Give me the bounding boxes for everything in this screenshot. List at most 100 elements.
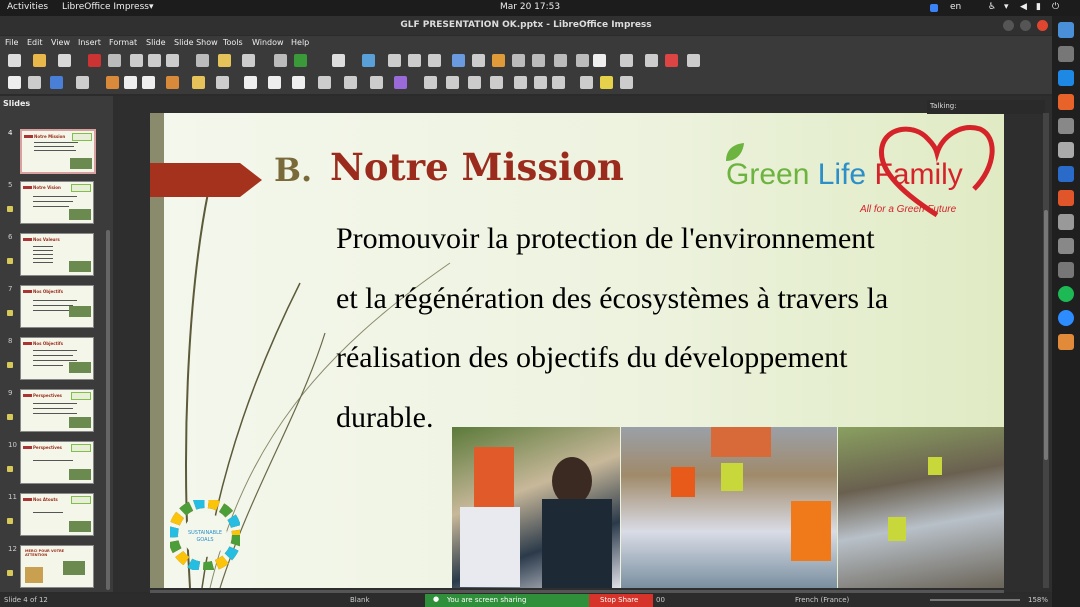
spelling-icon[interactable]: [294, 54, 307, 67]
transition-icon[interactable]: [665, 54, 678, 67]
callouts-icon[interactable]: [344, 76, 357, 89]
redo-icon[interactable]: [242, 54, 255, 67]
horizontal-scrollbar[interactable]: [150, 590, 1004, 593]
screen-sharing-bar[interactable]: ● You are screen sharing: [425, 594, 589, 607]
paste-icon[interactable]: [166, 54, 179, 67]
files-icon[interactable]: [1058, 118, 1074, 134]
language-status[interactable]: French (France): [795, 596, 849, 604]
connector-icon[interactable]: [216, 76, 229, 89]
chrome-icon[interactable]: [1058, 22, 1074, 38]
close-button[interactable]: [1037, 20, 1048, 31]
zoom-level[interactable]: 158%: [1028, 596, 1048, 604]
menu-file[interactable]: File: [5, 38, 18, 47]
rotate-icon[interactable]: [424, 76, 437, 89]
slide-thumb-4[interactable]: Notre Mission: [20, 129, 96, 174]
firefox-icon[interactable]: [1058, 94, 1074, 110]
wifi-icon[interactable]: ▾: [1004, 2, 1009, 12]
slide-thumb-9[interactable]: Perspectives: [20, 389, 94, 432]
zoom-icon[interactable]: [28, 76, 41, 89]
terminal-icon[interactable]: [1058, 46, 1074, 62]
find-icon[interactable]: [274, 54, 287, 67]
software-center-icon[interactable]: [1058, 190, 1074, 206]
maximize-button[interactable]: [1020, 20, 1031, 31]
slide-thumb-12[interactable]: MERCI POUR VOTRE ATTENTION: [20, 545, 94, 588]
sdg-wheel-icon[interactable]: SUSTAINABLE GOALS: [170, 500, 240, 570]
arrange-icon[interactable]: [468, 76, 481, 89]
line-color-icon[interactable]: [50, 76, 63, 89]
clone-format-icon[interactable]: [196, 54, 209, 67]
battery-icon[interactable]: ▮: [1036, 2, 1041, 12]
slide-thumb-6[interactable]: Nos Valeurs: [20, 233, 94, 276]
menu-insert[interactable]: Insert: [78, 38, 101, 47]
3d-objects-icon[interactable]: [394, 76, 407, 89]
heading-letter[interactable]: B.: [274, 151, 312, 189]
menu-window[interactable]: Window: [252, 38, 284, 47]
stop-share-button[interactable]: Stop Share: [589, 594, 653, 607]
slide-body-text[interactable]: Promouvoir la protection de l'environnem…: [336, 209, 976, 447]
menu-format[interactable]: Format: [109, 38, 137, 47]
new-icon[interactable]: [8, 54, 21, 67]
vertical-scrollbar-thumb[interactable]: [1044, 210, 1048, 460]
activities-button[interactable]: Activities: [7, 2, 48, 12]
zoom-tray-icon[interactable]: [930, 4, 938, 12]
volunteer-selfie-photo[interactable]: [452, 427, 620, 588]
menu-slide[interactable]: Slide: [146, 38, 166, 47]
menu-help[interactable]: Help: [291, 38, 309, 47]
line-tool-icon[interactable]: [106, 76, 119, 89]
duplicate-slide-icon[interactable]: [408, 54, 421, 67]
delete-slide-icon[interactable]: [428, 54, 441, 67]
copy-icon[interactable]: [148, 54, 161, 67]
shadow-icon[interactable]: [514, 76, 527, 89]
minimize-button[interactable]: [1003, 20, 1014, 31]
arrow-icon[interactable]: [166, 76, 179, 89]
cleanup-crew-photo[interactable]: [621, 427, 837, 588]
menu-edit[interactable]: Edit: [27, 38, 43, 47]
slide-layout-icon[interactable]: [645, 54, 658, 67]
crop-icon[interactable]: [534, 76, 547, 89]
new-slide-icon[interactable]: [388, 54, 401, 67]
open-icon[interactable]: [33, 54, 46, 67]
clock[interactable]: Mar 20 17:53: [500, 2, 560, 12]
document-viewer-icon[interactable]: [1058, 142, 1074, 158]
hyperlink-icon[interactable]: [576, 54, 589, 67]
start-slideshow-icon[interactable]: [620, 54, 633, 67]
slide-thumb-7[interactable]: Nos Objectifs: [20, 285, 94, 328]
slide-thumb-11[interactable]: Nos Atouts: [20, 493, 94, 536]
toggle-extrusion-icon[interactable]: [620, 76, 633, 89]
system-monitor-icon[interactable]: [1058, 262, 1074, 278]
zoom-icon[interactable]: [1058, 310, 1074, 326]
basic-shapes-icon[interactable]: [244, 76, 257, 89]
screenshot-icon[interactable]: [1058, 238, 1074, 254]
slides-panel-scrollbar[interactable]: [106, 230, 110, 590]
special-character-icon[interactable]: [532, 54, 545, 67]
distribute-icon[interactable]: [490, 76, 503, 89]
fill-color-icon[interactable]: [76, 76, 89, 89]
spotify-icon[interactable]: [1058, 286, 1074, 302]
symbol-shapes-icon[interactable]: [268, 76, 281, 89]
save-icon[interactable]: [58, 54, 71, 67]
fontwork-icon[interactable]: [554, 54, 567, 67]
impress-icon[interactable]: [1058, 334, 1074, 350]
comment-icon[interactable]: [593, 54, 606, 67]
align-icon[interactable]: [446, 76, 459, 89]
undo-icon[interactable]: [218, 54, 231, 67]
current-slide[interactable]: B. Notre Mission Green Life Family All f…: [150, 113, 1004, 588]
slide-thumb-5[interactable]: Notre Vision: [20, 181, 94, 224]
menu-slideshow[interactable]: Slide Show: [174, 38, 218, 47]
rectangle-icon[interactable]: [124, 76, 137, 89]
display-views-icon[interactable]: [332, 54, 345, 67]
power-icon[interactable]: ⏻: [1052, 2, 1059, 12]
select-icon[interactable]: [8, 76, 21, 89]
curve-icon[interactable]: [192, 76, 205, 89]
settings-icon[interactable]: [1058, 214, 1074, 230]
slide-title[interactable]: Notre Mission: [330, 145, 624, 189]
insert-chart-icon[interactable]: [492, 54, 505, 67]
accessibility-icon[interactable]: ♿: [988, 2, 996, 12]
slide-count[interactable]: Slide 4 of 12: [4, 596, 48, 604]
master-slide-icon[interactable]: [362, 54, 375, 67]
insert-table-icon[interactable]: [472, 54, 485, 67]
block-arrows-icon[interactable]: [292, 76, 305, 89]
volume-icon[interactable]: ◀: [1020, 2, 1027, 12]
ellipse-icon[interactable]: [142, 76, 155, 89]
plastic-waste-photo[interactable]: [838, 427, 1004, 588]
